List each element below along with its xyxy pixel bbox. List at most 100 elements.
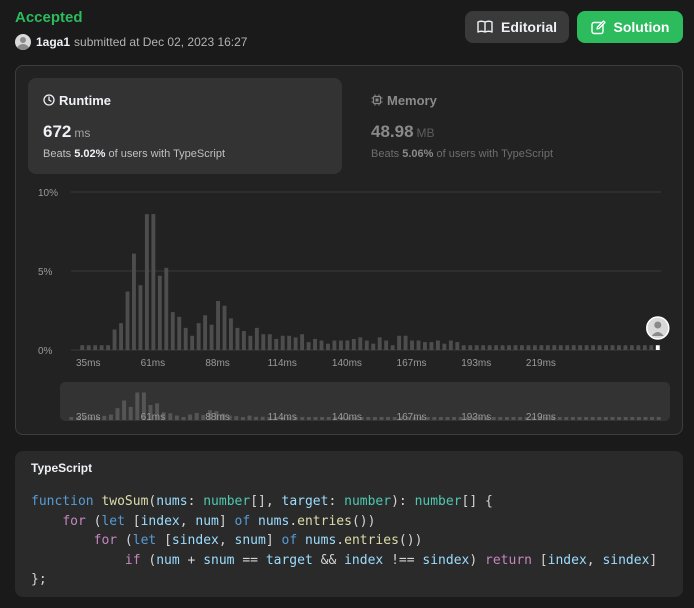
histogram-bar[interactable] (507, 345, 511, 350)
histogram-bar[interactable] (571, 345, 576, 350)
histogram-bar[interactable] (545, 345, 550, 350)
histogram-bar[interactable] (513, 345, 518, 350)
histogram-bar[interactable] (86, 345, 91, 350)
histogram-bar[interactable] (80, 345, 85, 350)
histogram-bar[interactable] (500, 345, 505, 350)
histogram-bar[interactable] (280, 335, 285, 350)
histogram-bar[interactable] (235, 327, 240, 350)
histogram-bar[interactable] (552, 345, 557, 350)
histogram-bar[interactable] (254, 327, 259, 350)
histogram-bar[interactable] (468, 345, 473, 350)
histogram-bar[interactable] (416, 340, 421, 350)
histogram-bar[interactable] (597, 345, 602, 350)
histogram-bar[interactable] (345, 340, 350, 350)
histogram-bar[interactable] (610, 345, 615, 350)
histogram-bar[interactable] (196, 323, 201, 350)
histogram-bar[interactable] (351, 338, 356, 350)
histogram-bar[interactable] (203, 315, 208, 350)
histogram-bar[interactable] (125, 291, 130, 350)
user-avatar-marker[interactable] (646, 316, 670, 340)
histogram-bar[interactable] (164, 267, 169, 350)
histogram-bar[interactable] (183, 327, 188, 350)
histogram-bar[interactable] (138, 285, 143, 350)
histogram-bar[interactable] (364, 340, 369, 350)
histogram-bar[interactable] (403, 335, 408, 350)
histogram-bar[interactable] (358, 337, 363, 350)
histogram-bar[interactable] (397, 335, 402, 350)
histogram-bar[interactable] (390, 345, 395, 350)
username-link[interactable]: 1aga1 (36, 35, 70, 49)
histogram-bar[interactable] (461, 345, 466, 350)
solution-button[interactable]: Solution (577, 11, 683, 43)
histogram-bar[interactable] (584, 345, 589, 350)
histogram-bar[interactable] (93, 345, 98, 350)
histogram-bar[interactable] (300, 334, 305, 350)
histogram-bar[interactable] (209, 324, 214, 350)
histogram-bar[interactable] (229, 318, 233, 350)
user-avatar[interactable] (15, 34, 31, 50)
histogram-bar[interactable] (558, 345, 563, 350)
code-block[interactable]: function twoSum(nums: number[], target: … (31, 492, 657, 590)
histogram-bar[interactable] (338, 340, 343, 350)
overview-bar (234, 416, 239, 420)
histogram-bar[interactable] (377, 337, 382, 350)
histogram-bar[interactable] (435, 340, 440, 350)
histogram-bar[interactable] (241, 331, 246, 350)
histogram-bar[interactable] (216, 301, 220, 350)
histogram-bar[interactable] (578, 345, 583, 350)
histogram-bar[interactable] (410, 340, 414, 350)
histogram-bar[interactable] (448, 340, 453, 350)
overview-bar (240, 417, 245, 420)
histogram-bar[interactable] (526, 345, 531, 350)
histogram-bar[interactable] (177, 316, 182, 350)
histogram-bar[interactable] (119, 323, 123, 350)
histogram-bar[interactable] (144, 214, 149, 350)
histogram-bar[interactable] (384, 340, 389, 350)
histogram-bar[interactable] (248, 335, 253, 350)
histogram-bar[interactable] (293, 337, 298, 350)
histogram-bar[interactable] (442, 343, 447, 350)
histogram-bar[interactable] (326, 343, 330, 350)
histogram-bar[interactable] (642, 345, 647, 350)
histogram-bar[interactable] (222, 305, 227, 350)
histogram-bar[interactable] (532, 345, 537, 350)
histogram-bar[interactable] (481, 345, 486, 350)
histogram-bar[interactable] (190, 335, 195, 350)
histogram-bar[interactable] (623, 345, 628, 350)
histogram-bar[interactable] (371, 343, 376, 350)
editorial-button[interactable]: Editorial (465, 11, 569, 43)
histogram-bar[interactable] (591, 345, 596, 350)
histogram-bar[interactable] (313, 338, 317, 350)
histogram-bar[interactable] (319, 340, 324, 350)
histogram-bar[interactable] (287, 335, 292, 350)
current-runtime-bar[interactable] (655, 345, 660, 350)
histogram-bar[interactable] (636, 345, 641, 350)
histogram-bar[interactable] (274, 338, 279, 350)
runtime-distribution-chart[interactable]: 10% 5% 0% 35ms 61ms 88ms 114ms 140ms 167ms 193ms 2… (16, 66, 682, 434)
histogram-bar[interactable] (487, 345, 492, 350)
histogram-bar[interactable] (106, 345, 111, 350)
histogram-bar[interactable] (132, 253, 136, 350)
histogram-bar[interactable] (539, 345, 544, 350)
histogram-bar[interactable] (629, 345, 634, 350)
histogram-bar[interactable] (429, 342, 434, 350)
histogram-bar[interactable] (151, 214, 156, 350)
histogram-bar[interactable] (157, 275, 162, 350)
histogram-bar[interactable] (267, 334, 272, 350)
histogram-bar[interactable] (604, 345, 608, 350)
histogram-bar[interactable] (423, 342, 427, 350)
histogram-bar[interactable] (112, 329, 117, 350)
histogram-bar[interactable] (649, 345, 654, 350)
histogram-bar[interactable] (617, 345, 621, 350)
histogram-bar[interactable] (99, 345, 104, 350)
histogram-bar[interactable] (455, 342, 460, 350)
histogram-bar[interactable] (170, 312, 175, 350)
histogram-bar[interactable] (261, 334, 266, 350)
histogram-bar[interactable] (474, 345, 479, 350)
histogram-bar[interactable] (565, 345, 570, 350)
x-tick-label: 35ms (76, 358, 100, 369)
histogram-bar[interactable] (520, 345, 524, 350)
histogram-bar[interactable] (306, 342, 311, 350)
histogram-bar[interactable] (332, 340, 337, 350)
histogram-bar[interactable] (494, 345, 499, 350)
